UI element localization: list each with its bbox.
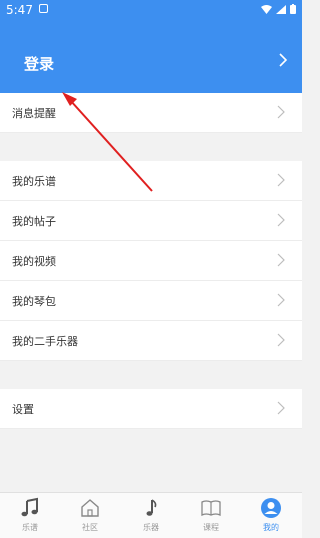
chevron-right-icon xyxy=(277,253,285,267)
menu-item-posts[interactable]: 我的帖子 xyxy=(0,201,302,241)
tab-bar: 乐谱 社区 乐器 课程 我的 xyxy=(0,492,302,538)
chevron-right-icon xyxy=(277,401,285,415)
tab-label: 课程 xyxy=(203,523,219,532)
menu-item-label: 消息提醒 xyxy=(12,107,56,120)
menu-item-label: 设置 xyxy=(12,403,34,416)
tab-mine[interactable]: 我的 xyxy=(241,497,301,533)
menu-item-videos[interactable]: 我的视频 xyxy=(0,241,302,281)
signal-icon xyxy=(276,4,286,14)
music-note-icon xyxy=(21,497,38,517)
menu-item-settings[interactable]: 设置 xyxy=(0,389,302,429)
profile-icon xyxy=(261,498,281,518)
menu-item-scores[interactable]: 我的乐谱 xyxy=(0,161,302,201)
chevron-right-icon xyxy=(277,333,285,347)
tab-instruments[interactable]: 乐器 xyxy=(121,497,181,533)
menu-item-case[interactable]: 我的琴包 xyxy=(0,281,302,321)
notification-icon xyxy=(39,4,48,13)
chevron-right-icon xyxy=(279,53,288,67)
status-time: 5:47 xyxy=(6,3,33,17)
status-bar: 5:47 xyxy=(0,0,302,20)
tab-label: 乐谱 xyxy=(22,523,38,532)
menu-item-label: 我的乐谱 xyxy=(12,175,56,188)
book-icon xyxy=(201,500,221,517)
home-icon xyxy=(81,499,99,517)
tab-label: 乐器 xyxy=(143,523,159,532)
status-icons xyxy=(261,4,296,14)
chevron-right-icon xyxy=(277,105,285,119)
menu-item-label: 我的帖子 xyxy=(12,215,56,228)
tab-community[interactable]: 社区 xyxy=(60,497,120,533)
chevron-right-icon xyxy=(277,293,285,307)
tab-label: 我的 xyxy=(263,523,279,532)
menu-item-messages[interactable]: 消息提醒 xyxy=(0,93,302,133)
tab-courses[interactable]: 课程 xyxy=(181,497,241,533)
chevron-right-icon xyxy=(277,173,285,187)
menu-item-label: 我的视频 xyxy=(12,255,56,268)
login-label: 登录 xyxy=(24,55,55,73)
menu-item-label: 我的琴包 xyxy=(12,295,56,308)
menu-item-secondhand[interactable]: 我的二手乐器 xyxy=(0,321,302,361)
wifi-icon xyxy=(261,4,272,14)
chevron-right-icon xyxy=(277,213,285,227)
tab-label: 社区 xyxy=(82,523,98,532)
header: 5:47 登录 xyxy=(0,0,302,93)
eighth-note-icon xyxy=(146,499,157,516)
menu-item-label: 我的二手乐器 xyxy=(12,335,78,348)
tab-scores[interactable]: 乐谱 xyxy=(0,497,60,533)
battery-icon xyxy=(290,4,296,14)
